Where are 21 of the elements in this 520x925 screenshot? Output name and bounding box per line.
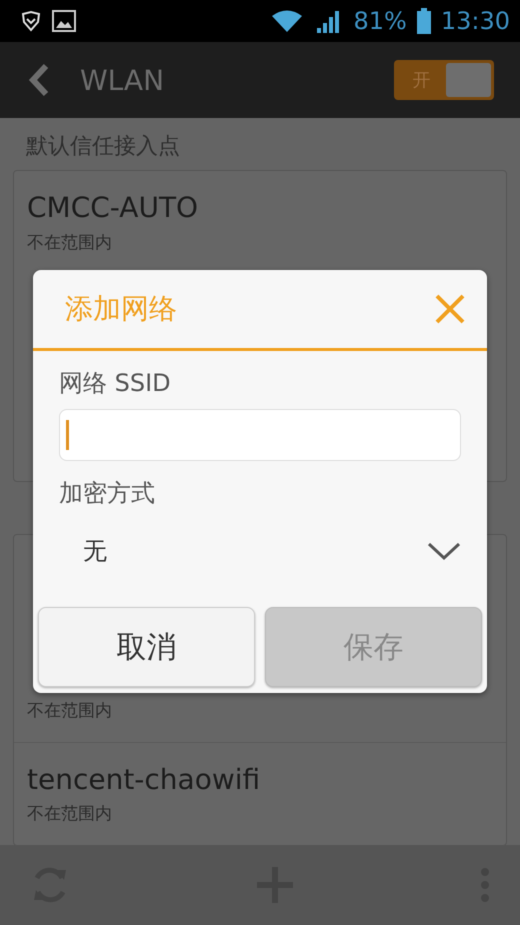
dialog-button[interactable]: 取消	[38, 607, 255, 687]
network-status: 不在范围内	[27, 232, 113, 254]
chevron-down-icon[interactable]	[427, 541, 461, 561]
network-status: 不在范围内	[27, 803, 113, 825]
clock: 13:30	[440, 7, 510, 35]
security-value[interactable]: 无	[83, 535, 107, 567]
shield-icon	[20, 10, 42, 32]
network-name[interactable]: tencent-chaowifi	[27, 763, 493, 801]
network-name[interactable]: CMCC-AUTO	[27, 191, 493, 229]
image-icon	[52, 10, 76, 32]
network-status: 不在范围内	[27, 700, 113, 722]
ssid-field[interactable]	[59, 409, 461, 461]
back-icon[interactable]	[28, 63, 50, 97]
battery-level: 81%	[353, 7, 407, 35]
security-label: 加密方式	[58, 478, 156, 509]
dialog-title: 添加网络	[65, 291, 177, 327]
wifi-icon	[271, 9, 304, 33]
close-icon[interactable]	[435, 294, 465, 324]
screen-title: WLAN	[80, 64, 166, 96]
battery-icon	[416, 8, 431, 34]
ssid-label: 网络 SSID	[58, 368, 172, 399]
